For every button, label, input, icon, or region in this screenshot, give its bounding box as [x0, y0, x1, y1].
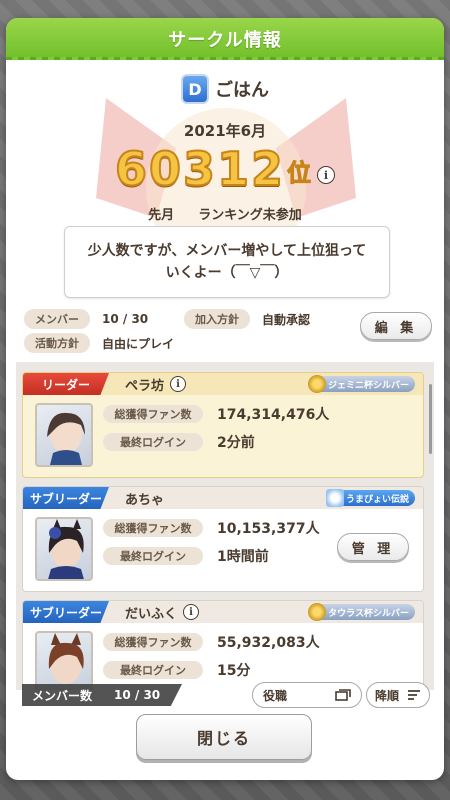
- ranking-row: 60312 位 i: [6, 141, 444, 197]
- circle-info-dialog: サークル情報 D ごはん 2021年6月 60312 位 i 先月 ランキング未…: [6, 18, 444, 780]
- member-name: だいふく: [125, 606, 178, 622]
- last-login-value: 1時間前: [217, 549, 269, 565]
- info-icon[interactable]: i: [183, 604, 200, 620]
- sort-by-role-button[interactable]: 役職: [252, 682, 362, 708]
- activity-label: 活動方針: [24, 333, 90, 353]
- window-icon: [335, 689, 351, 701]
- character-portrait-icon: [47, 412, 85, 465]
- ranking-month: 2021年6月: [183, 122, 267, 140]
- close-button[interactable]: 閉じる: [136, 714, 312, 760]
- join-policy-value: 自動承認: [262, 312, 311, 327]
- role-tag: サブリーダー: [23, 487, 109, 509]
- last-login-value: 15分: [217, 663, 251, 679]
- last-login-label: 最終ログイン: [103, 433, 203, 451]
- comment-line-1: 少人数ですが、メンバー増やして上位狙って: [87, 243, 367, 259]
- circle-name-row: D ごはん: [6, 74, 444, 104]
- ranking-unit: 位: [287, 159, 312, 188]
- dialog-title: サークル情報: [6, 18, 444, 60]
- member-card-subleader[interactable]: サブリーダー あちゃ うまぴょい伝説 総獲得ファン数 10,153,377人 最…: [22, 486, 424, 592]
- ranking-number: 60312: [114, 141, 286, 197]
- member-count: メンバー数 10 / 30: [22, 684, 182, 706]
- members-value: 10 / 30: [102, 312, 149, 326]
- member-name: あちゃ: [125, 492, 165, 508]
- title-badge: うまぴょい伝説: [325, 489, 415, 507]
- fans-value: 55,932,083人: [217, 635, 320, 651]
- character-portrait-icon: [48, 519, 84, 579]
- last-month-label: 先月: [148, 208, 175, 223]
- member-avatar[interactable]: [35, 403, 93, 467]
- sort-order-button[interactable]: 降順: [366, 682, 430, 708]
- member-list-scrollbar[interactable]: [429, 384, 432, 454]
- title-badge: タウラス杯シルバー: [308, 603, 415, 621]
- member-card-subleader[interactable]: サブリーダー だいふく i タウラス杯シルバー 総獲得ファン数 55,932,0…: [22, 600, 424, 690]
- fans-label: 総獲得ファン数: [103, 405, 203, 423]
- fans-label: 総獲得ファン数: [103, 519, 203, 537]
- info-icon[interactable]: i: [317, 166, 336, 184]
- last-login-label: 最終ログイン: [103, 661, 203, 679]
- member-name: ペラ坊: [125, 378, 165, 394]
- member-count-value: 10 / 30: [114, 688, 161, 702]
- member-card-leader[interactable]: リーダー ペラ坊 i ジェミニ杯シルバー 総獲得ファン数 174,314,476…: [22, 372, 424, 478]
- info-icon[interactable]: i: [170, 376, 187, 392]
- member-list[interactable]: リーダー ペラ坊 i ジェミニ杯シルバー 総獲得ファン数 174,314,476…: [16, 362, 434, 690]
- last-month-value: ランキング未参加: [198, 208, 302, 223]
- title-badge: ジェミニ杯シルバー: [307, 375, 415, 393]
- fans-value: 174,314,476人: [217, 407, 330, 423]
- role-tag: サブリーダー: [23, 601, 109, 623]
- sort-order-label: 降順: [375, 688, 400, 703]
- edit-button[interactable]: 編 集: [360, 312, 432, 340]
- last-login-value: 2分前: [217, 435, 255, 451]
- list-footer: メンバー数 10 / 30 役職 降順: [16, 682, 434, 710]
- member-count-label: メンバー数: [32, 688, 93, 703]
- comment-line-2: いくよー（￣▽￣）: [165, 265, 289, 281]
- last-month-row: 先月 ランキング未参加: [6, 204, 444, 223]
- join-policy-label: 加入方針: [184, 309, 250, 329]
- last-login-label: 最終ログイン: [103, 547, 203, 565]
- circle-rank-badge-icon: D: [181, 74, 209, 104]
- manage-button[interactable]: 管 理: [337, 533, 409, 561]
- member-avatar[interactable]: [35, 517, 93, 581]
- sort-role-label: 役職: [263, 688, 288, 703]
- circle-name: ごはん: [215, 80, 269, 101]
- fans-value: 10,153,377人: [217, 521, 320, 537]
- circle-comment: 少人数ですが、メンバー増やして上位狙って いくよー（￣▽￣）: [64, 226, 390, 298]
- role-tag: リーダー: [23, 373, 109, 395]
- fans-label: 総獲得ファン数: [103, 633, 203, 651]
- members-label: メンバー: [24, 309, 90, 329]
- sort-descending-icon: [408, 690, 420, 700]
- activity-value: 自由にプレイ: [102, 336, 175, 351]
